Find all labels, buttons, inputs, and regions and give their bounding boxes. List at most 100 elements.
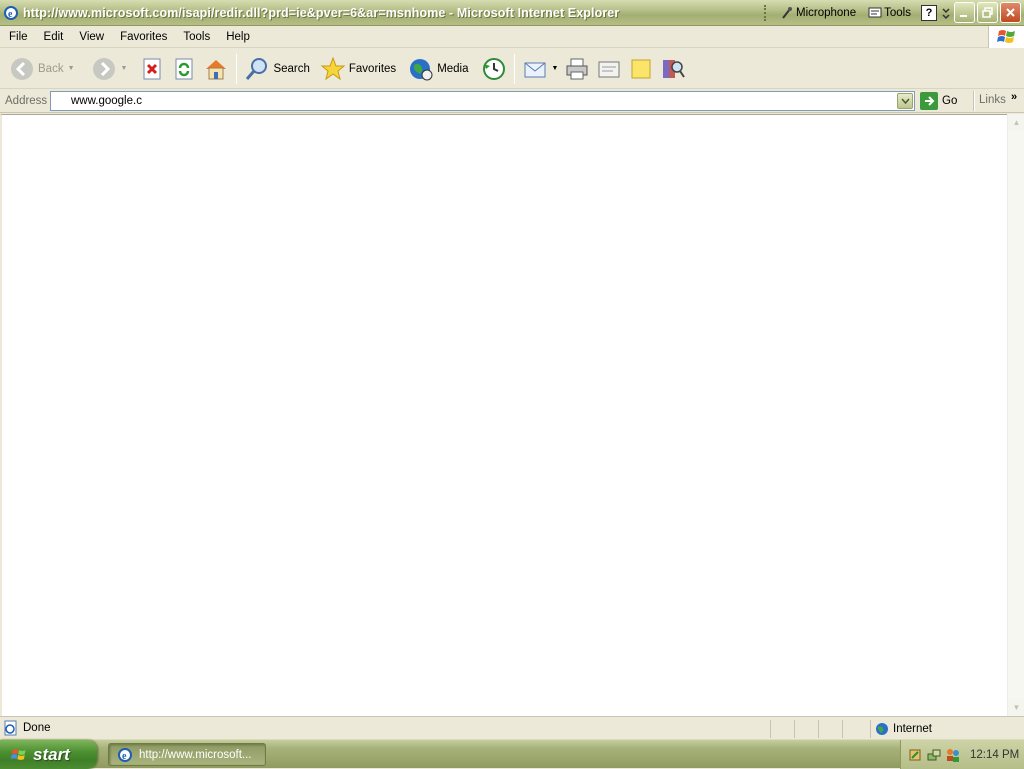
svg-text:e: e — [122, 751, 127, 762]
address-input[interactable] — [71, 93, 891, 109]
microphone-label: Microphone — [796, 7, 857, 19]
close-button[interactable] — [1000, 2, 1021, 23]
links-separator — [973, 91, 975, 111]
zone-label: Internet — [893, 723, 932, 735]
system-tray: 12:14 PM — [900, 740, 1024, 769]
star-icon — [320, 56, 346, 80]
magnifier-icon — [246, 57, 268, 80]
restore-icon — [982, 7, 993, 18]
printer-icon — [566, 58, 588, 79]
mail-dropdown-icon[interactable]: ▼ — [552, 65, 559, 72]
langbar-grip[interactable] — [764, 5, 770, 21]
restore-button[interactable] — [977, 2, 998, 23]
edit-button[interactable] — [593, 52, 625, 86]
start-button[interactable]: start — [0, 740, 97, 769]
internet-explorer-icon: e — [118, 747, 132, 762]
security-zone[interactable]: Internet — [870, 720, 1020, 738]
status-pane — [794, 720, 818, 738]
close-icon — [1006, 8, 1015, 17]
internet-globe-icon — [876, 723, 888, 735]
discuss-button[interactable] — [625, 52, 657, 86]
minimize-button[interactable] — [954, 2, 975, 23]
print-button[interactable] — [561, 52, 593, 86]
status-pane — [818, 720, 842, 738]
refresh-button[interactable] — [168, 52, 200, 86]
tray-users-icon[interactable] — [945, 747, 961, 763]
history-icon — [482, 57, 505, 80]
menu-file[interactable]: File — [0, 27, 36, 47]
menu-edit[interactable]: Edit — [36, 27, 72, 47]
help-icon[interactable]: ? — [920, 5, 937, 21]
forward-dropdown-icon[interactable]: ▼ — [121, 65, 128, 72]
tray-tool-icon[interactable] — [907, 747, 923, 763]
go-label: Go — [942, 95, 958, 107]
go-arrow-icon — [920, 92, 938, 110]
note-icon — [631, 59, 651, 78]
research-button[interactable] — [657, 52, 689, 86]
menu-view[interactable]: View — [71, 27, 112, 47]
minimize-icon — [960, 15, 967, 17]
search-label: Search — [273, 62, 310, 75]
tray-network-icon[interactable] — [926, 747, 942, 763]
media-button[interactable]: Media — [405, 52, 471, 86]
start-label: start — [33, 744, 70, 764]
address-label: Address — [5, 94, 48, 107]
address-field[interactable] — [50, 91, 915, 111]
history-button[interactable] — [478, 52, 510, 86]
links-label[interactable]: Links — [979, 94, 1006, 106]
scroll-up-icon[interactable]: ▲ — [1008, 114, 1024, 131]
toolbar-separator — [513, 53, 515, 84]
tools-button[interactable]: Tools — [868, 6, 911, 20]
chevron-down-icon — [900, 98, 910, 104]
menu-favorites[interactable]: Favorites — [112, 27, 175, 47]
vertical-scrollbar[interactable]: ▲ ▼ — [1007, 114, 1024, 716]
search-button[interactable]: Search — [241, 52, 312, 86]
research-icon — [663, 59, 686, 78]
status-pane — [770, 720, 794, 738]
home-icon — [206, 59, 227, 79]
back-dropdown-icon[interactable]: ▼ — [68, 65, 75, 72]
stop-button[interactable] — [136, 52, 168, 86]
back-label: Back — [38, 62, 64, 75]
taskbar-ie-window[interactable]: e http://www.microsoft... — [108, 743, 266, 766]
page-content[interactable] — [0, 114, 1024, 716]
menu-tools[interactable]: Tools — [175, 27, 218, 47]
tools-icon — [868, 7, 882, 18]
windows-logo-icon — [996, 30, 1015, 43]
tools-label: Tools — [884, 7, 911, 19]
mail-button[interactable]: ▼ — [519, 52, 562, 86]
home-button[interactable] — [200, 52, 232, 86]
scroll-down-icon[interactable]: ▼ — [1008, 699, 1024, 716]
mail-icon — [524, 62, 546, 77]
window-title: http://www.microsoft.com/isapi/redir.dll… — [23, 5, 620, 20]
forward-arrow-icon — [92, 57, 115, 80]
media-globe-icon — [410, 58, 433, 80]
taskbar: start e http://www.microsoft... 12:14 PM — [0, 739, 1024, 769]
forward-button[interactable]: ▼ — [88, 52, 131, 86]
go-button[interactable]: Go — [920, 92, 957, 110]
langbar-options-icon[interactable] — [941, 5, 951, 21]
standard-toolbar: Back ▼ ▼ Search Favorites Media ▼ — [0, 49, 1024, 89]
status-text: Done — [23, 722, 51, 734]
clock: 12:14 PM — [970, 748, 1020, 761]
windows-flag-logo — [988, 26, 1024, 48]
back-button[interactable]: Back ▼ — [6, 52, 78, 86]
windows-logo-icon — [10, 748, 26, 760]
links-chevron-icon[interactable]: » — [1011, 91, 1017, 103]
language-bar: Microphone Tools ? — [764, 3, 951, 23]
menu-help[interactable]: Help — [218, 27, 258, 47]
page-done-icon — [4, 720, 17, 736]
toolbar-separator — [236, 53, 238, 84]
favorites-button[interactable]: Favorites — [317, 52, 399, 86]
status-pane — [842, 720, 866, 738]
back-arrow-icon — [11, 57, 33, 80]
svg-text:e: e — [8, 9, 13, 20]
microphone-button[interactable]: Microphone — [780, 6, 856, 20]
menu-bar: File Edit View Favorites Tools Help — [0, 26, 1024, 48]
title-bar[interactable]: e http://www.microsoft.com/isapi/redir.d… — [0, 0, 1024, 26]
task-label: http://www.microsoft... — [139, 748, 252, 761]
stop-icon — [143, 58, 161, 79]
status-bar: Done Internet — [0, 716, 1024, 739]
microphone-icon — [782, 7, 792, 19]
address-dropdown-button[interactable] — [897, 93, 913, 109]
